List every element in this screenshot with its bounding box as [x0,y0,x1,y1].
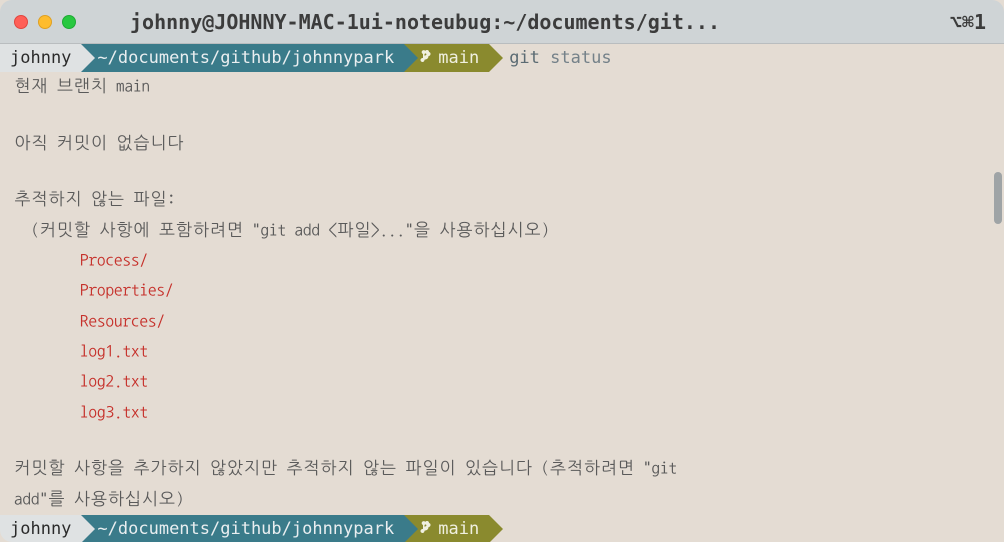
command-git: git [509,45,540,71]
minimize-icon[interactable] [38,15,52,29]
output-blank [0,102,1004,128]
output-line: 추적하지 않는 파일: [0,185,1004,215]
scrollbar-thumb[interactable] [994,172,1002,224]
prompt-path: ~/documents/github/johnnypark [97,516,394,542]
output-line: (커밋할 사항에 포함하려면 "git add <파일>..."을 사용하십시오… [0,216,1004,246]
prompt-path: ~/documents/github/johnnypark [97,45,394,71]
output-blank [0,159,1004,185]
prompt-path-segment: ~/documents/github/johnnypark [81,44,404,72]
git-branch-icon [420,516,432,542]
output-line: 현재 브랜치 main [0,72,1004,102]
output-line: add"를 사용하십시오) [0,485,1004,515]
window-title: johnny@JOHNNY-MAC-1ui-noteubug:~/documen… [130,10,894,34]
untracked-file: log3.txt [0,398,1004,428]
command-args: status [550,45,611,71]
prompt-user-segment: johnny [0,44,81,72]
prompt-line: johnny ~/documents/github/johnnypark mai… [0,44,1004,72]
prompt-user: johnny [10,45,71,71]
prompt-user: johnny [10,516,71,542]
output-blank [0,428,1004,454]
untracked-file: Properties/ [0,276,1004,306]
terminal-window: johnny@JOHNNY-MAC-1ui-noteubug:~/documen… [0,0,1004,542]
command-input: git status [489,44,611,72]
prompt-user-segment: johnny [0,515,81,542]
prompt-branch: main [438,45,479,71]
untracked-file: Resources/ [0,307,1004,337]
untracked-file: log1.txt [0,337,1004,367]
terminal-content[interactable]: johnny ~/documents/github/johnnypark mai… [0,44,1004,542]
window-controls [14,15,76,29]
git-branch-icon [420,45,432,71]
output-line: 커밋할 사항을 추가하지 않았지만 추적하지 않는 파일이 있습니다 (추적하려… [0,454,1004,484]
prompt-branch: main [438,516,479,542]
cursor[interactable] [509,519,518,542]
output-line: 아직 커밋이 없습니다 [0,129,1004,159]
window-shortcut: ⌥⌘1 [950,10,986,34]
untracked-file: log2.txt [0,367,1004,397]
titlebar[interactable]: johnny@JOHNNY-MAC-1ui-noteubug:~/documen… [0,0,1004,44]
zoom-icon[interactable] [62,15,76,29]
prompt-path-segment: ~/documents/github/johnnypark [81,515,404,542]
close-icon[interactable] [14,15,28,29]
prompt-line: johnny ~/documents/github/johnnypark mai… [0,515,1004,542]
untracked-file: Process/ [0,246,1004,276]
